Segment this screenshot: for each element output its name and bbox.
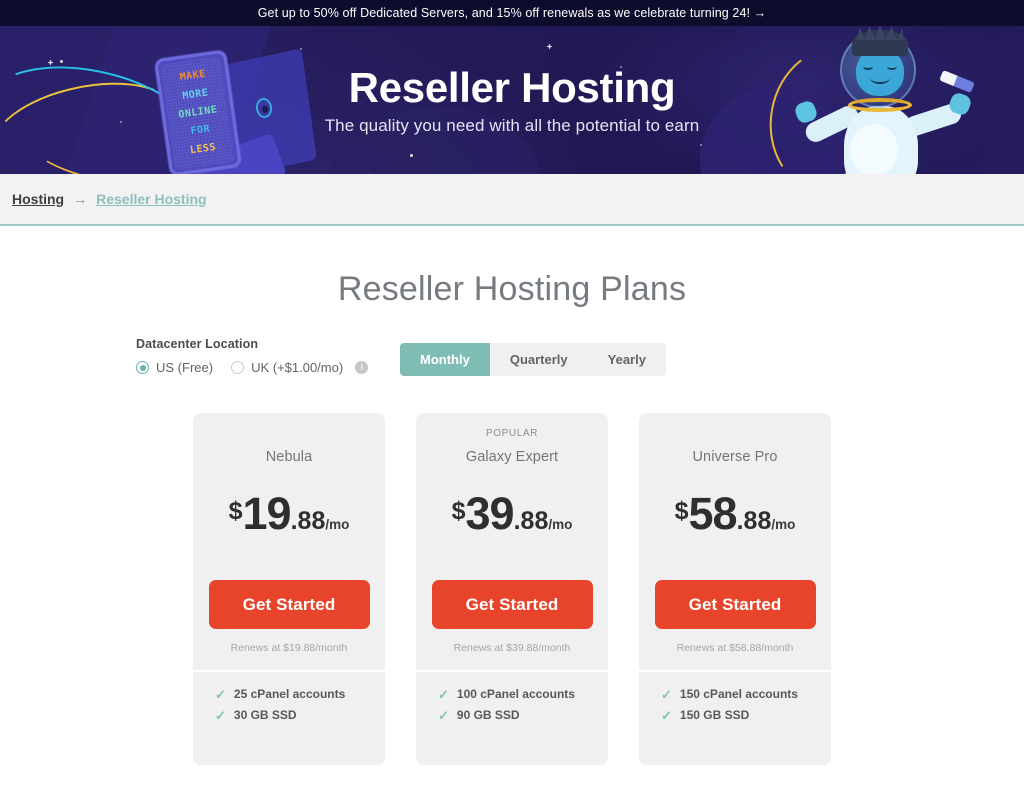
pricing-card-universe-pro[interactable]: Universe Pro $ 58 .88 /mo Get Started Re…: [639, 413, 831, 765]
get-started-button[interactable]: Get Started: [654, 580, 816, 629]
price-currency: $: [674, 497, 689, 525]
breadcrumb-separator-icon: →: [73, 191, 88, 207]
list-item: ✓ 150 cPanel accounts: [661, 687, 831, 701]
plan-price: $ 19 .88 /mo: [229, 491, 350, 536]
check-icon: ✓: [438, 707, 449, 723]
feature-label: 30 GB SSD: [233, 708, 297, 722]
price-whole: 58: [688, 488, 738, 539]
datacenter-location-group: Datacenter Location US (Free) UK (+$1.00…: [136, 337, 369, 375]
renewal-note: Renews at $39.88/month: [453, 642, 571, 654]
renewal-note: Renews at $19.88/month: [230, 642, 348, 654]
yeti-hair: [852, 30, 908, 56]
list-item: ✓ 30 GB SSD: [215, 708, 385, 722]
plan-price: $ 58 .88 /mo: [675, 491, 796, 536]
check-icon: ✓: [438, 686, 449, 702]
star-icon: [410, 154, 413, 157]
datacenter-option-uk-label: UK (+$1.00/mo): [251, 360, 344, 375]
popular-badge: POPULAR: [486, 428, 538, 439]
pricing-card-galaxy-expert[interactable]: POPULAR Galaxy Expert $ 39 .88 /mo Get S…: [416, 413, 608, 765]
list-item: ✓ 90 GB SSD: [438, 708, 608, 722]
promo-banner-text: Get up to 50% off Dedicated Servers, and…: [257, 6, 767, 20]
feature-label: 90 GB SSD: [456, 708, 520, 722]
list-item: ✓ 150 GB SSD: [661, 708, 831, 722]
price-currency: $: [228, 497, 243, 525]
breadcrumb-item-reseller-hosting[interactable]: Reseller Hosting: [96, 191, 206, 207]
price-period: /mo: [325, 517, 350, 532]
star-icon: [60, 60, 63, 63]
feature-label: 100 cPanel accounts: [456, 687, 575, 701]
hero-text-block: Reseller Hosting The quality you need wi…: [0, 64, 1024, 136]
hero-title: Reseller Hosting: [348, 64, 676, 111]
price-period: /mo: [548, 517, 573, 532]
feature-list: ✓ 25 cPanel accounts ✓ 30 GB SSD: [193, 672, 385, 740]
feature-list: ✓ 100 cPanel accounts ✓ 90 GB SSD: [416, 672, 608, 740]
price-currency: $: [451, 497, 466, 525]
check-icon: ✓: [661, 707, 672, 723]
feature-list: ✓ 150 cPanel accounts ✓ 150 GB SSD: [639, 672, 831, 740]
datacenter-option-uk[interactable]: UK (+$1.00/mo) i: [231, 360, 369, 375]
breadcrumb: Hosting → Reseller Hosting: [0, 174, 1024, 226]
datacenter-location-label: Datacenter Location: [136, 337, 259, 351]
page-title: Reseller Hosting Plans: [337, 270, 687, 308]
list-item: ✓ 25 cPanel accounts: [215, 687, 385, 701]
promo-banner[interactable]: Get up to 50% off Dedicated Servers, and…: [0, 0, 1024, 26]
hero-banner: MAKE MORE ONLINE FOR LESS Reseller Hosti…: [0, 26, 1024, 174]
datacenter-option-us[interactable]: US (Free): [136, 360, 213, 375]
get-started-button[interactable]: Get Started: [208, 580, 370, 629]
check-icon: ✓: [661, 686, 672, 702]
radio-uk-icon[interactable]: [231, 361, 245, 374]
tab-monthly[interactable]: Monthly: [400, 343, 490, 376]
plan-price: $ 39 .88 /mo: [452, 491, 573, 536]
price-cents: .88: [736, 507, 772, 535]
plan-name: Galaxy Expert: [465, 449, 559, 465]
billing-period-tabs: Monthly Quarterly Yearly: [400, 343, 666, 376]
radio-us-icon[interactable]: [136, 361, 149, 374]
price-period: /mo: [771, 517, 796, 532]
tab-quarterly[interactable]: Quarterly: [489, 343, 588, 376]
get-started-button[interactable]: Get Started: [431, 580, 593, 629]
check-icon: ✓: [215, 686, 226, 702]
tab-yearly[interactable]: Yearly: [587, 343, 666, 376]
price-cents: .88: [290, 507, 326, 535]
plan-controls: Datacenter Location US (Free) UK (+$1.00…: [0, 337, 1024, 391]
check-icon: ✓: [215, 707, 226, 723]
sparkle-icon: [545, 42, 554, 51]
breadcrumb-item-hosting[interactable]: Hosting: [12, 191, 64, 207]
price-cents: .88: [513, 507, 549, 535]
main-content: Reseller Hosting Plans Datacenter Locati…: [0, 226, 1024, 765]
renewal-note: Renews at $58.88/month: [676, 642, 794, 654]
pricing-cards: Nebula $ 19 .88 /mo Get Started Renews a…: [0, 413, 1024, 765]
feature-label: 150 cPanel accounts: [679, 687, 798, 701]
billboard-line: LESS: [189, 141, 217, 157]
feature-label: 150 GB SSD: [679, 708, 750, 722]
plan-name: Universe Pro: [692, 449, 778, 465]
price-whole: 39: [465, 488, 515, 539]
list-item: ✓ 100 cPanel accounts: [438, 687, 608, 701]
datacenter-option-us-label: US (Free): [156, 360, 214, 375]
hero-subtitle: The quality you need with all the potent…: [324, 116, 700, 136]
info-icon[interactable]: i: [355, 361, 369, 374]
price-whole: 19: [242, 488, 292, 539]
feature-label: 25 cPanel accounts: [233, 687, 346, 701]
pricing-card-nebula[interactable]: Nebula $ 19 .88 /mo Get Started Renews a…: [193, 413, 385, 765]
plan-name: Nebula: [265, 449, 313, 465]
